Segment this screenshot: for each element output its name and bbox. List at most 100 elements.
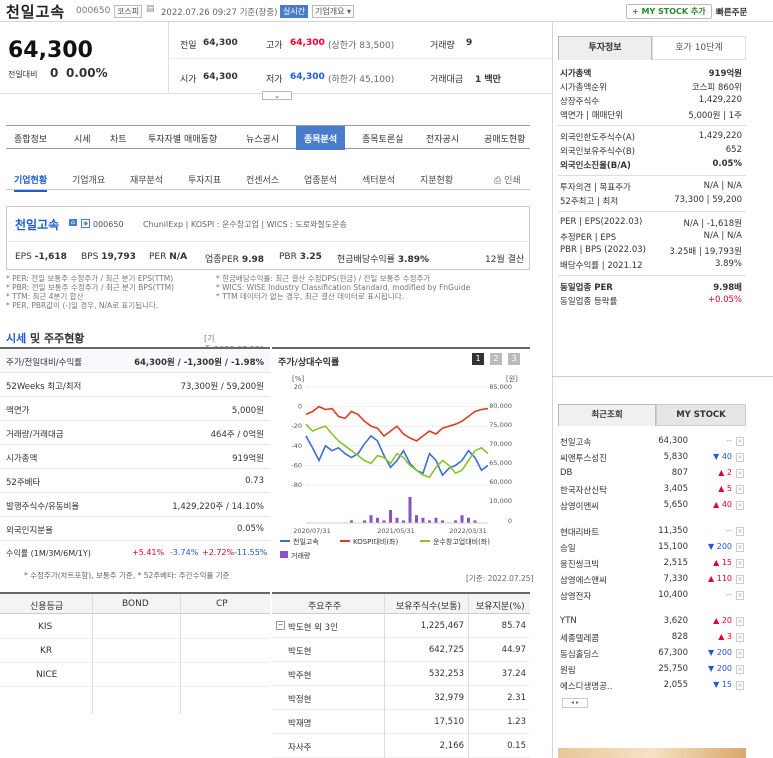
- recent-row[interactable]: 승일 15,100 ▼ 200 ×: [558, 540, 746, 556]
- print-button[interactable]: ⎙ 인쇄: [494, 173, 521, 186]
- volume-bar: [408, 497, 412, 523]
- subtab-sector[interactable]: 섹터분석: [362, 173, 395, 186]
- tab-invest-info[interactable]: 투자정보: [558, 36, 652, 60]
- remove-icon[interactable]: ×: [736, 501, 744, 510]
- recent-stock-name[interactable]: 삼영에스앤씨: [560, 574, 607, 586]
- remove-icon[interactable]: ×: [736, 617, 744, 626]
- recent-price: 25,750: [658, 664, 688, 674]
- recent-stock-name[interactable]: DB: [560, 468, 572, 478]
- remove-icon[interactable]: ×: [736, 591, 744, 600]
- remove-icon[interactable]: ×: [736, 665, 744, 674]
- fast-order-link[interactable]: 빠른주문: [716, 6, 747, 18]
- remove-icon[interactable]: ×: [736, 437, 744, 446]
- subtab-overview[interactable]: 기업개요: [72, 173, 105, 186]
- tab-summary[interactable]: 종합정보: [14, 132, 47, 145]
- recent-row[interactable]: 씨앤투스성진 5,830 ▼ 40 ×: [558, 450, 746, 466]
- recent-stock-name[interactable]: 세종텔레콤: [560, 632, 599, 644]
- recent-stock-name[interactable]: 삼영전자: [560, 590, 591, 602]
- recent-stock-name[interactable]: 삼영이엔씨: [560, 500, 599, 512]
- tab-short[interactable]: 공매도현황: [484, 132, 525, 145]
- recent-stock-name[interactable]: YTN: [560, 616, 577, 626]
- realtime-badge[interactable]: 실시간: [280, 5, 309, 18]
- recent-row[interactable]: 동심홀딩스 67,300 ▼ 200 ×: [558, 646, 746, 662]
- tab-forum[interactable]: 종목토론실: [362, 132, 403, 145]
- recent-stock-name[interactable]: 천일고속: [560, 436, 591, 448]
- collapse-icon[interactable]: −: [276, 621, 285, 630]
- recent-stock-name[interactable]: 한국자산신탁: [560, 484, 607, 496]
- recent-row[interactable]: 에스디생명공.. 2,055 ▼ 15 ×: [558, 678, 746, 694]
- subtab-industry[interactable]: 업종분석: [304, 173, 337, 186]
- invest-label: 외국인소진율(B/A): [560, 161, 631, 171]
- recent-row[interactable]: 삼영에스앤씨 7,330 ▲ 110 ×: [558, 572, 746, 588]
- tab-investor[interactable]: 투자자별 매매동향: [148, 132, 217, 145]
- low-note: (하한가 45,100): [328, 75, 395, 85]
- tab-recent[interactable]: 최근조회: [558, 404, 656, 426]
- recent-stock-name[interactable]: 에스디생명공..: [560, 680, 612, 692]
- ad-banner[interactable]: [558, 748, 746, 758]
- tab-quote[interactable]: 시세: [74, 132, 91, 145]
- recent-price: 67,300: [658, 648, 688, 658]
- invest-row: 상장주식수 1,429,220: [558, 94, 746, 108]
- price-row-value: 919억원: [232, 454, 264, 464]
- recent-stock-name[interactable]: 원림: [560, 664, 576, 676]
- company-summary-select[interactable]: 기업개요 ▾: [312, 5, 355, 18]
- remove-icon[interactable]: ×: [736, 469, 744, 478]
- remove-icon[interactable]: ×: [736, 485, 744, 494]
- recent-price: 3,405: [663, 484, 688, 494]
- recent-row[interactable]: 웅진씽크빅 2,515 ▲ 15 ×: [558, 556, 746, 572]
- recent-stock-name[interactable]: 동심홀딩스: [560, 648, 599, 660]
- remove-icon[interactable]: ×: [736, 649, 744, 658]
- recent-row[interactable]: 삼영전자 10,400 -- ×: [558, 588, 746, 604]
- subtab-finance[interactable]: 재무분석: [130, 173, 163, 186]
- x-tick: 2022/03/31: [449, 527, 486, 535]
- subtab-indicators[interactable]: 투자지표: [188, 173, 221, 186]
- invest-label: 액면가 | 매매단위: [560, 111, 624, 121]
- recent-row[interactable]: 삼영이엔씨 5,650 ▲ 40 ×: [558, 498, 746, 514]
- remove-icon[interactable]: ×: [736, 527, 744, 536]
- recent-stock-name[interactable]: 현대리바트: [560, 526, 599, 538]
- recent-row[interactable]: YTN 3,620 ▲ 20 ×: [558, 614, 746, 630]
- subtab-consensus[interactable]: 컨센서스: [246, 173, 279, 186]
- home-icon[interactable]: ⌂: [69, 219, 77, 226]
- current-price: 64,300: [8, 38, 93, 63]
- recent-stock-name[interactable]: 웅진씽크빅: [560, 558, 599, 570]
- recent-stock-name[interactable]: 씨앤투스성진: [560, 452, 607, 464]
- remove-icon[interactable]: ×: [736, 575, 744, 584]
- remove-icon[interactable]: ×: [736, 559, 744, 568]
- remove-icon[interactable]: ×: [736, 453, 744, 462]
- note-wics: * WICS: WISE Industry Classification Sta…: [216, 283, 471, 292]
- invest-value: 0.05%: [712, 159, 743, 169]
- expand-toggle[interactable]: ⌄: [262, 91, 292, 100]
- subtab-company[interactable]: 기업현황: [14, 173, 48, 192]
- recent-stock-name[interactable]: 승일: [560, 542, 576, 554]
- invest-row: PBR | BPS (2022.03) 3.25배 | 19,793원: [558, 244, 746, 258]
- stock-code: 000650: [76, 6, 111, 16]
- tab-news[interactable]: 뉴스공시: [246, 132, 279, 145]
- remove-icon[interactable]: ×: [736, 681, 744, 690]
- price-table: 주가/전일대비/수익률 64,300원 / -1,300원 / -1.98% 52W…: [0, 347, 270, 569]
- recent-row[interactable]: 세종텔레콤 828 ▲ 3 ×: [558, 630, 746, 646]
- tab-disclosure[interactable]: 전자공시: [426, 132, 459, 145]
- tab-chart[interactable]: 차트: [110, 132, 127, 145]
- chart-tab-3[interactable]: 3: [508, 353, 520, 365]
- holder-row: 박주현 532,253 37.24: [272, 662, 530, 686]
- add-mystock-button[interactable]: + MY STOCK 추가: [626, 4, 712, 19]
- subtab-shares[interactable]: 지분현황: [420, 173, 453, 186]
- pager[interactable]: ◂ ▸: [562, 698, 588, 708]
- invest-label: PER | EPS(2022.03): [560, 217, 643, 227]
- recent-row[interactable]: 원림 25,750 ▼ 200 ×: [558, 662, 746, 678]
- remove-icon[interactable]: ×: [736, 543, 744, 552]
- chart-tab-1[interactable]: 1: [472, 353, 484, 365]
- recent-row[interactable]: DB 807 ▲ 2 ×: [558, 466, 746, 482]
- recent-row[interactable]: 한국자산신탁 3,405 ▲ 5 ×: [558, 482, 746, 498]
- chart-tab-2[interactable]: 2: [490, 353, 502, 365]
- info-icon[interactable]: ◉: [81, 219, 91, 228]
- legend-label: 운수창고업대비(좌): [433, 537, 490, 546]
- tab-analysis[interactable]: 종목분석: [296, 126, 346, 150]
- recent-price: 64,300: [658, 436, 688, 446]
- recent-row[interactable]: 현대리바트 11,350 -- ×: [558, 524, 746, 540]
- recent-row[interactable]: 천일고속 64,300 -- ×: [558, 434, 746, 450]
- remove-icon[interactable]: ×: [736, 633, 744, 642]
- tab-mystock[interactable]: MY STOCK: [656, 404, 746, 426]
- tab-orderbook[interactable]: 호가 10단계: [652, 36, 746, 60]
